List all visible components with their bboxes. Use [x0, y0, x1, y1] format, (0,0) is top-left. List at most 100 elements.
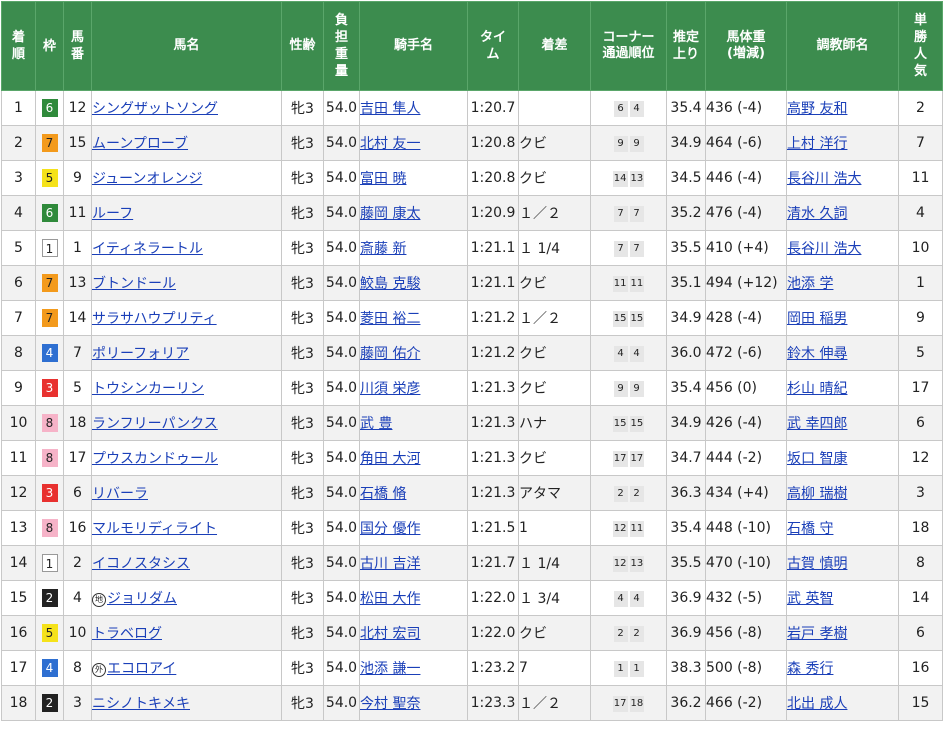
horse-name-link[interactable]: イティネラートル: [93, 241, 203, 257]
jockey-name-link[interactable]: 国分 優作: [361, 521, 421, 537]
jockey-name-link[interactable]: 斎藤 新: [361, 241, 407, 257]
number-cell: 17: [63, 440, 92, 476]
weight-cell: 54.0: [323, 475, 360, 511]
finish-cell: 6: [1, 265, 36, 301]
horse-name-link[interactable]: ムーンプローブ: [93, 136, 189, 152]
trainer-name-link[interactable]: 岩戸 孝樹: [788, 626, 848, 642]
horse-cell: ブトンドール: [91, 265, 282, 301]
finish-cell: 16: [1, 615, 36, 651]
horse-cell: ポリーフォリア: [91, 335, 282, 371]
trainer-name-link[interactable]: 池添 学: [788, 276, 834, 292]
table-row: 3 5 9 ジューンオレンジ 牝3 54.0 富田 暁 1:20.8 クビ 14 13 34.5 446…: [1, 160, 943, 196]
jockey-name-link[interactable]: 川須 栄彦: [361, 381, 421, 397]
header-weight: 負担重量: [323, 1, 360, 91]
table-row: 10 8 18 ランフリーパンクス 牝3 54.0 武 豊 1:21.3 ハナ 15 15 34.9 4…: [1, 405, 943, 441]
frame-badge: 3: [41, 484, 58, 502]
popularity-cell: 2: [898, 90, 943, 126]
margin-cell: １／２: [518, 300, 591, 336]
horse-name-link[interactable]: イコノスタシス: [93, 556, 191, 572]
sexage-cell: 牝3: [281, 685, 324, 721]
frame-cell: 5: [35, 615, 64, 651]
jockey-name-link[interactable]: 鮫島 克駿: [361, 276, 421, 292]
number-cell: 11: [63, 195, 92, 231]
trainer-name-link[interactable]: 清水 久詞: [788, 206, 848, 222]
horse-name-link[interactable]: ルーフ: [93, 206, 134, 222]
number-cell: 5: [63, 370, 92, 406]
trainer-name-link[interactable]: 石橋 守: [788, 521, 834, 537]
horse-name-link[interactable]: ポリーフォリア: [93, 346, 190, 362]
jockey-name-link[interactable]: 富田 暁: [361, 171, 407, 187]
table-row: 12 3 6 リバーラ 牝3 54.0 石橋 脩 1:21.3 アタマ 2 2 36.3 434 (+4…: [1, 475, 943, 511]
horse-name-link[interactable]: トラベログ: [93, 626, 163, 642]
trainer-name-link[interactable]: 森 秀行: [788, 661, 834, 677]
trainer-name-link[interactable]: 高野 友和: [788, 101, 848, 117]
frame-badge: 8: [41, 414, 58, 432]
frame-cell: 2: [35, 580, 64, 616]
horse-name-link[interactable]: トウシンカーリン: [93, 381, 205, 397]
horse-name-link[interactable]: ブトンドール: [93, 276, 177, 292]
jockey-name-link[interactable]: 北村 友一: [361, 136, 421, 152]
trainer-name-link[interactable]: 長谷川 浩大: [788, 171, 862, 187]
weight-cell: 54.0: [323, 405, 360, 441]
corner-cell: 44: [590, 335, 667, 371]
frame-cell: 2: [35, 685, 64, 721]
trainer-name-link[interactable]: 武 英智: [788, 591, 834, 607]
trainer-name-link[interactable]: 坂口 智康: [788, 451, 848, 467]
header-popularity: 単勝人気: [898, 1, 943, 91]
jockey-name-link[interactable]: 角田 大河: [361, 451, 421, 467]
corner-cell: 17 18: [590, 685, 667, 721]
trainer-name-link[interactable]: 高柳 瑞樹: [788, 486, 848, 502]
finish-cell: 4: [1, 195, 36, 231]
horse-name-link[interactable]: エコロアイ: [107, 661, 176, 677]
sexage-cell: 牝3: [281, 615, 324, 651]
horse-name-link[interactable]: ジョリダム: [107, 591, 177, 607]
popularity-cell: 16: [898, 650, 943, 686]
last3f-cell: 38.3: [666, 650, 706, 686]
corner-position: 2: [629, 626, 644, 642]
weight-cell: 54.0: [323, 90, 360, 126]
horse-name-link[interactable]: プウスカンドゥール: [93, 451, 219, 467]
jockey-name-link[interactable]: 藤岡 康太: [361, 206, 421, 222]
jockey-name-link[interactable]: 北村 宏司: [361, 626, 421, 642]
trainer-cell: 武 幸四郎: [786, 405, 899, 441]
jockey-name-link[interactable]: 吉田 隼人: [361, 101, 421, 117]
horse-name-link[interactable]: ランフリーパンクス: [93, 416, 218, 432]
trainer-name-link[interactable]: 岡田 稲男: [788, 311, 848, 327]
jockey-name-link[interactable]: 菱田 裕二: [361, 311, 421, 327]
horse-cell: リバーラ: [91, 475, 282, 511]
weight-cell: 54.0: [323, 685, 360, 721]
last3f-cell: 36.2: [666, 685, 706, 721]
jockey-name-link[interactable]: 武 豊: [361, 416, 393, 432]
frame-cell: 4: [35, 335, 64, 371]
jockey-name-link[interactable]: 松田 大作: [361, 591, 421, 607]
trainer-name-link[interactable]: 武 幸四郎: [788, 416, 848, 432]
trainer-cell: 森 秀行: [786, 650, 899, 686]
corner-position: 2: [629, 486, 644, 502]
trainer-name-link[interactable]: 杉山 晴紀: [788, 381, 848, 397]
finish-cell: 17: [1, 650, 36, 686]
trainer-name-link[interactable]: 古賀 慎明: [788, 556, 848, 572]
trainer-name-link[interactable]: 長谷川 浩大: [788, 241, 862, 257]
trainer-name-link[interactable]: 上村 洋行: [788, 136, 848, 152]
trainer-name-link[interactable]: 鈴木 伸尋: [788, 346, 848, 362]
jockey-name-link[interactable]: 今村 聖奈: [361, 696, 421, 712]
horse-name-link[interactable]: ジューンオレンジ: [93, 171, 203, 187]
trainer-name-link[interactable]: 北出 成人: [788, 696, 848, 712]
frame-cell: 7: [35, 125, 64, 161]
last3f-cell: 36.0: [666, 335, 706, 371]
corner-position: 7: [629, 206, 644, 222]
horse-name-link[interactable]: リバーラ: [93, 486, 149, 502]
jockey-name-link[interactable]: 石橋 脩: [361, 486, 407, 502]
jockey-name-link[interactable]: 藤岡 佑介: [361, 346, 421, 362]
horse-name-link[interactable]: マルモリディライト: [93, 521, 218, 537]
horse-name-link[interactable]: ニシノトキメキ: [93, 696, 191, 712]
jockey-name-link[interactable]: 池添 謙一: [361, 661, 421, 677]
frame-badge: 7: [41, 274, 58, 292]
time-cell: 1:21.2: [467, 335, 519, 371]
horse-name-link[interactable]: サラサハウプリティ: [93, 311, 217, 327]
last3f-cell: 34.9: [666, 125, 706, 161]
jockey-name-link[interactable]: 古川 吉洋: [361, 556, 421, 572]
horse-name-link[interactable]: シングザットソング: [93, 101, 219, 117]
corner-position: 9: [629, 381, 644, 397]
number-cell: 12: [63, 90, 92, 126]
